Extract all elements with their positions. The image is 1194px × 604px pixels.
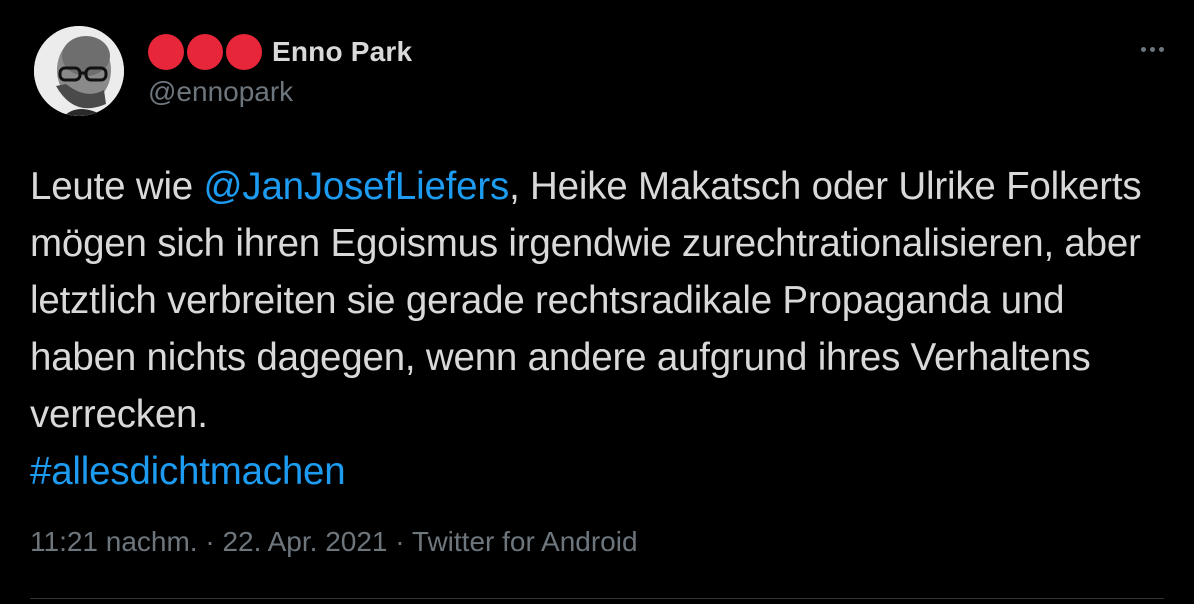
tweet-timestamp-source[interactable]: 11:21 nachm. · 22. Apr. 2021 · Twitter f… [30,526,638,558]
tweet-card: Enno Park @ennopark Leute wie @JanJosefL… [0,0,1194,604]
author-name-row[interactable]: Enno Park [148,32,412,72]
more-horizontal-icon [1140,46,1146,52]
mention-link[interactable]: @JanJosefLiefers [204,165,510,208]
divider [30,598,1164,599]
tweet-text: Leute wie @JanJosefLiefers, Heike Makats… [30,158,1170,500]
hashtag-link[interactable]: #allesdichtmachen [30,450,346,493]
display-name[interactable]: Enno Park [272,36,412,68]
tweet-text-segment: Leute wie [30,165,204,208]
avatar-image [34,26,124,116]
red-circle-icon [148,34,184,70]
more-options-button[interactable] [1134,34,1170,64]
avatar[interactable] [34,26,124,116]
red-circle-emoji-icon [148,34,262,70]
red-circle-icon [226,34,262,70]
red-circle-icon [187,34,223,70]
user-handle[interactable]: @ennopark [148,76,293,108]
